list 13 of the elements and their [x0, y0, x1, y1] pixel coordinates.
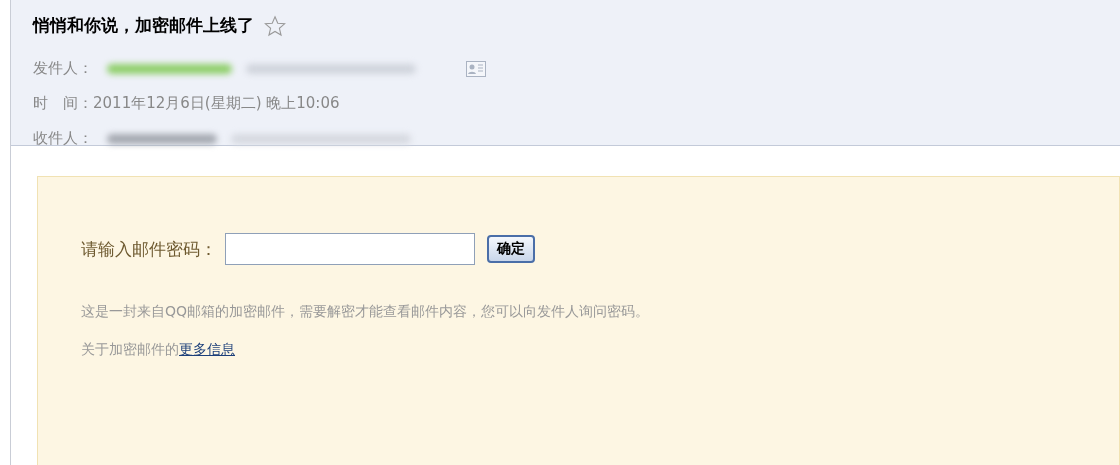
password-field[interactable]	[225, 233, 475, 265]
contact-card-icon[interactable]	[466, 60, 486, 77]
sent-time: 2011年12月6日(星期二) 晚上10:06	[93, 94, 340, 113]
field-label: 收件人：	[33, 129, 93, 148]
field-label: 发件人：	[33, 59, 93, 78]
star-icon[interactable]	[264, 14, 286, 37]
more-info-link[interactable]: 更多信息	[179, 341, 235, 359]
field-label: 时 间：	[33, 94, 93, 113]
password-label: 请输入邮件密码：	[81, 237, 217, 261]
confirm-button[interactable]: 确定	[487, 235, 535, 263]
notice-text: 这是一封来自QQ邮箱的加密邮件，需要解密才能查看邮件内容，您可以向发件人询问密码。	[81, 303, 651, 321]
email-subject: 悄悄和你说，加密邮件上线了	[33, 14, 254, 37]
more-info-prefix: 关于加密邮件的	[81, 341, 179, 359]
